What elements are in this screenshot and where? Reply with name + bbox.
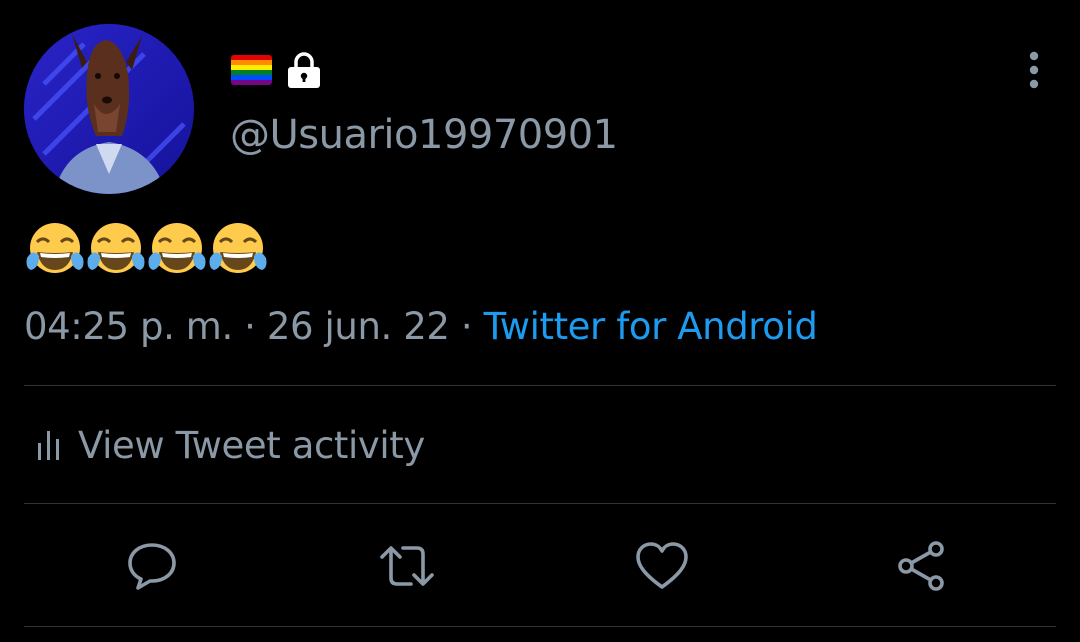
tears-of-joy-emoji <box>209 223 267 273</box>
user-handle[interactable]: @Usuario19970901 <box>230 110 618 160</box>
tears-of-joy-emoji <box>87 223 145 273</box>
share-nodes-icon <box>898 541 944 591</box>
divider <box>24 385 1056 386</box>
heart-icon <box>636 542 688 589</box>
avatar-image <box>24 24 194 194</box>
bar-chart-icon <box>38 431 59 460</box>
view-tweet-activity-button[interactable]: View Tweet activity <box>36 420 425 470</box>
tweet-text <box>25 220 268 280</box>
divider <box>24 626 1056 627</box>
retweet-button[interactable] <box>379 540 435 592</box>
tweet-date: 26 jun. 22 <box>266 305 450 348</box>
rainbow-flag-icon <box>231 55 272 85</box>
tweet-metadata: 04:25 p. m. · 26 jun. 22 · Twitter for A… <box>24 304 818 350</box>
tweet-source-link[interactable]: Twitter for Android <box>484 305 818 348</box>
tears-of-joy-emoji <box>148 223 206 273</box>
profile-avatar[interactable] <box>24 24 194 194</box>
tweet-time: 04:25 p. m. <box>24 305 233 348</box>
speech-bubble-icon <box>128 543 176 590</box>
view-tweet-activity-label: View Tweet activity <box>78 423 425 467</box>
divider <box>24 503 1056 504</box>
like-button[interactable] <box>634 540 690 592</box>
retweet-arrows-icon <box>380 546 434 586</box>
more-options-icon[interactable] <box>1018 50 1050 94</box>
tears-of-joy-emoji <box>26 223 84 273</box>
reply-button[interactable] <box>124 540 180 592</box>
lock-icon <box>286 51 322 89</box>
share-button[interactable] <box>894 540 950 592</box>
meta-separator: · <box>232 305 267 348</box>
meta-separator: · <box>449 305 484 348</box>
